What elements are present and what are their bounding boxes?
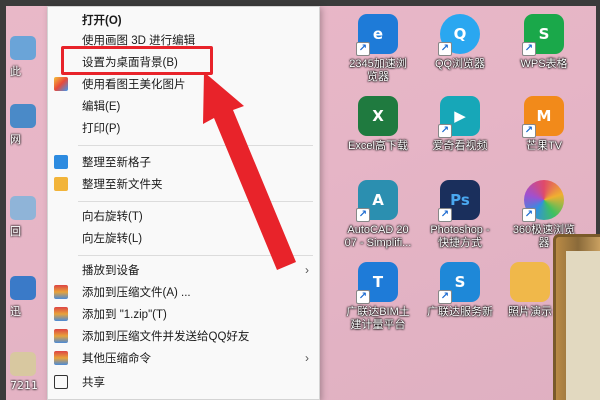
menu-separator	[78, 255, 313, 256]
menu-label: 播放到设备	[82, 265, 140, 277]
icon-label: 芒果TV	[525, 140, 563, 152]
desktop-icon[interactable]: X Excel高下载	[338, 96, 418, 153]
qq-browser-icon: Q ↗	[438, 14, 480, 56]
menu-label: 其他压缩命令	[82, 353, 151, 365]
autocad-icon: A ↗	[356, 180, 398, 222]
menu-item-rotate-right[interactable]: 向右旋转(T)	[48, 205, 319, 227]
desktop-icon-network[interactable]: 网	[10, 104, 40, 147]
file-icon	[10, 352, 36, 376]
highlight-box	[61, 46, 213, 75]
icon-label: 广联达服务新	[427, 306, 493, 318]
chevron-right-icon: ›	[305, 351, 309, 365]
desktop-icon[interactable]: ▶ ↗ 爱奇看视频	[420, 96, 500, 153]
pc-icon	[10, 36, 36, 60]
icon-label: QQ浏览器	[434, 58, 486, 70]
menu-item-add-zip[interactable]: 添加到 "1.zip"(T)	[48, 303, 319, 325]
desktop-icon[interactable]: e ↗ 2345加速浏 览器	[338, 14, 418, 84]
icon-label: WPS表格	[520, 58, 568, 70]
archive-icon	[54, 351, 68, 365]
menu-item-zip-send-qq[interactable]: 添加到压缩文件并发送给QQ好友	[48, 325, 319, 347]
desktop-icon[interactable]: Q ↗ QQ浏览器	[420, 14, 500, 71]
desktop-icon[interactable]: S ↗ 广联达服务新	[420, 262, 500, 319]
menu-item-folder[interactable]: 整理至新文件夹	[48, 173, 319, 195]
share-icon	[54, 375, 68, 389]
wps-sheet-icon: S ↗	[522, 14, 564, 56]
menu-label: 整理至新格子	[82, 157, 151, 169]
photoshop-icon: Ps ↗	[438, 180, 480, 222]
menu-item-cast[interactable]: 播放到设备 ›	[48, 259, 319, 281]
menu-label: 打印(P)	[82, 123, 121, 135]
icon-label: 迅	[10, 305, 21, 318]
menu-separator	[78, 201, 313, 202]
icon-label: 网	[10, 133, 21, 146]
icon-label: Excel高下载	[348, 140, 408, 152]
icon-label: 7211	[10, 379, 38, 392]
archive-icon	[54, 329, 68, 343]
menu-separator	[78, 145, 313, 146]
menu-item-grid[interactable]: 整理至新格子	[48, 151, 319, 173]
menu-label: 整理至新文件夹	[82, 179, 163, 191]
menu-item-edit[interactable]: 编辑(E)	[48, 95, 319, 117]
browser-icon: e ↗	[356, 14, 398, 56]
icon-label: 回	[10, 225, 21, 238]
desktop-icon-pc[interactable]: 此	[10, 36, 40, 79]
video-icon: ▶ ↗	[438, 96, 480, 138]
menu-item-add-archive[interactable]: 添加到压缩文件(A) ...	[48, 281, 319, 303]
icon-label: AutoCAD 20 07 - Simplifi...	[344, 224, 412, 249]
icon-label: Photoshop - 快捷方式	[430, 224, 490, 249]
desktop-icon-recycle[interactable]: 回	[10, 196, 40, 239]
menu-item-rotate-left[interactable]: 向左旋转(L)	[48, 227, 319, 249]
menu-label: 共享	[82, 377, 105, 389]
mango-tv-icon: M ↗	[522, 96, 564, 138]
desktop-icon[interactable]: S ↗ WPS表格	[504, 14, 584, 71]
xunlei-icon	[10, 276, 36, 300]
icon-label: 广联达BIM土 建计量平台	[346, 306, 410, 331]
archive-icon	[54, 307, 68, 321]
photo-icon	[510, 262, 550, 302]
desktop-icon[interactable]: Ps ↗ Photoshop - 快捷方式	[420, 180, 500, 250]
grid-plus-icon	[54, 155, 68, 169]
menu-label: 使用看图王美化图片	[82, 79, 186, 91]
wallpaper-picture-frame	[553, 234, 600, 400]
menu-label: 添加到压缩文件(A) ...	[82, 287, 191, 299]
image-viewer-icon	[54, 77, 68, 91]
menu-item-share[interactable]: 共享	[48, 371, 319, 393]
menu-item-beautify[interactable]: 使用看图王美化图片	[48, 73, 319, 95]
menu-label: 添加到 "1.zip"(T)	[82, 309, 167, 321]
service-icon: S ↗	[438, 262, 480, 304]
menu-label: 打开(O)	[82, 15, 122, 27]
picture-canvas	[566, 251, 600, 400]
archive-icon	[54, 285, 68, 299]
folder-plus-icon	[54, 177, 68, 191]
menu-item-other-zip[interactable]: 其他压缩命令 ›	[48, 347, 319, 369]
desktop-icon-xunlei[interactable]: 迅	[10, 276, 40, 319]
recycle-icon	[10, 196, 36, 220]
bim-icon: T ↗	[356, 262, 398, 304]
chevron-right-icon: ›	[305, 263, 309, 277]
desktop-icon[interactable]: M ↗ 芒果TV	[504, 96, 584, 153]
desktop-icon[interactable]: T ↗ 广联达BIM土 建计量平台	[338, 262, 418, 332]
360-browser-icon: ↗	[522, 180, 564, 222]
icon-label: 2345加速浏 览器	[349, 58, 407, 83]
menu-label: 编辑(E)	[82, 101, 121, 113]
menu-item-open[interactable]: 打开(O)	[48, 9, 319, 31]
menu-label: 向左旋转(L)	[82, 233, 143, 245]
icon-label: 爱奇看视频	[432, 140, 488, 152]
icon-label: 此	[10, 65, 21, 78]
menu-item-print[interactable]: 打印(P)	[48, 117, 319, 139]
menu-label: 向右旋转(T)	[82, 211, 143, 223]
network-icon	[10, 104, 36, 128]
desktop-icon-file[interactable]: 7211	[10, 352, 40, 392]
menu-label: 添加到压缩文件并发送给QQ好友	[82, 331, 250, 343]
screen-frame	[0, 0, 6, 400]
excel-icon: X	[358, 96, 398, 136]
desktop-icon[interactable]: A ↗ AutoCAD 20 07 - Simplifi...	[338, 180, 418, 250]
